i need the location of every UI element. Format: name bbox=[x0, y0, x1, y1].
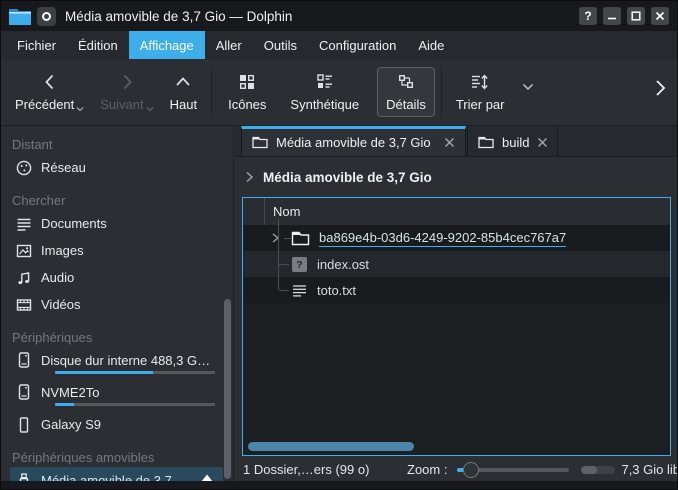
details-view-button[interactable]: Détails bbox=[377, 67, 435, 117]
sort-icon bbox=[469, 72, 491, 92]
section-distant: Distant bbox=[1, 134, 233, 154]
sidebar-scrollbar[interactable] bbox=[224, 299, 231, 479]
sidebar-item-galaxy-s9[interactable]: Galaxy S9 bbox=[1, 411, 233, 438]
disk-usage-bar bbox=[55, 403, 215, 406]
horizontal-scrollbar[interactable] bbox=[248, 442, 414, 451]
places-panel: Distant Réseau Chercher bbox=[1, 126, 234, 483]
folder-icon bbox=[478, 136, 494, 149]
forward-icon bbox=[117, 72, 137, 92]
chevron-down-icon bbox=[146, 106, 154, 112]
window-title: Média amovible de 3,7 Gio — Dolphin bbox=[65, 9, 292, 24]
help-button[interactable]: ? bbox=[579, 7, 597, 25]
menu-outils[interactable]: Outils bbox=[253, 31, 308, 59]
menu-fichier[interactable]: Fichier bbox=[6, 31, 67, 59]
unknown-file-icon: ? bbox=[291, 256, 308, 273]
tree-guide-line bbox=[278, 219, 279, 290]
text-file-icon bbox=[291, 282, 308, 299]
toolbar-separator bbox=[441, 66, 442, 118]
zoom-label: Zoom : bbox=[407, 462, 447, 477]
chevron-right-icon bbox=[245, 171, 254, 183]
zoom-slider-handle[interactable] bbox=[463, 462, 479, 478]
section-chercher: Chercher bbox=[1, 190, 233, 210]
capacity-bar bbox=[581, 466, 615, 474]
folder-blue-icon bbox=[8, 7, 32, 26]
forward-button[interactable]: Suivant bbox=[92, 68, 161, 116]
dolphin-window: Média amovible de 3,7 Gio — Dolphin ? Fi… bbox=[0, 0, 678, 490]
smartphone-icon bbox=[15, 416, 33, 434]
section-peripheriques: Périphériques bbox=[1, 327, 233, 347]
breadcrumb[interactable]: Média amovible de 3,7 Gio bbox=[235, 158, 677, 196]
compact-view-icon bbox=[315, 72, 335, 92]
tree-guide-line bbox=[279, 290, 289, 291]
app-emblem-icon bbox=[37, 7, 56, 26]
sidebar-item-videos[interactable]: Vidéos bbox=[1, 291, 233, 318]
tab-close-icon[interactable] bbox=[444, 137, 455, 148]
window-bottom-edge bbox=[1, 481, 677, 489]
section-peripheriques-amovibles: Périphériques amovibles bbox=[1, 447, 233, 467]
main-panel: Média amovible de 3,7 Gio build bbox=[235, 126, 677, 483]
file-row-unknown[interactable]: ? index.ost bbox=[243, 251, 670, 277]
toolbar-overflow-button[interactable] bbox=[653, 77, 667, 99]
menu-configuration[interactable]: Configuration bbox=[308, 31, 407, 59]
music-note-icon bbox=[15, 269, 33, 287]
items-summary: 1 Dossier,…ers (99 o) bbox=[243, 462, 401, 477]
column-header-nom[interactable]: Nom bbox=[265, 204, 300, 219]
icons-view-icon bbox=[237, 72, 257, 92]
sidebar-item-audio[interactable]: Audio bbox=[1, 264, 233, 291]
file-row-folder[interactable]: ba869e4b-03d6-4249-9202-85b4cec767a7 bbox=[243, 225, 670, 251]
tree-guide-line bbox=[279, 264, 289, 265]
tab-close-icon[interactable] bbox=[537, 137, 548, 148]
sort-by-button[interactable]: Trier par bbox=[448, 68, 513, 116]
menubar: Fichier Édition Affichage Aller Outils C… bbox=[1, 31, 677, 59]
menu-aller[interactable]: Aller bbox=[205, 31, 253, 59]
menu-affichage[interactable]: Affichage bbox=[129, 31, 205, 59]
column-header-row: Nom bbox=[243, 198, 670, 225]
svg-text:?: ? bbox=[296, 259, 302, 271]
tab-media-amovible[interactable]: Média amovible de 3,7 Gio bbox=[241, 126, 466, 156]
zoom-slider[interactable] bbox=[457, 462, 569, 478]
tree-guide-line bbox=[284, 238, 291, 239]
image-icon bbox=[15, 242, 33, 260]
sidebar-item-documents[interactable]: Documents bbox=[1, 210, 233, 237]
hard-drive-icon bbox=[15, 351, 33, 369]
sidebar-item-reseau[interactable]: Réseau bbox=[1, 154, 233, 181]
sort-menu-chevron-icon[interactable] bbox=[522, 83, 534, 91]
toolbar: Précédent Suivant Haut bbox=[1, 59, 677, 126]
menu-aide[interactable]: Aide bbox=[407, 31, 455, 59]
back-icon bbox=[40, 72, 60, 92]
sidebar-item-nvme2to[interactable]: NVME2To bbox=[1, 379, 233, 411]
network-icon bbox=[15, 159, 33, 177]
back-button[interactable]: Précédent bbox=[7, 68, 92, 116]
file-row-text[interactable]: toto.txt bbox=[243, 277, 670, 303]
breadcrumb-location[interactable]: Média amovible de 3,7 Gio bbox=[263, 170, 432, 185]
tab-bar: Média amovible de 3,7 Gio build bbox=[235, 126, 677, 157]
minimize-button[interactable] bbox=[603, 7, 621, 25]
disk-usage-bar bbox=[55, 371, 215, 374]
titlebar[interactable]: Média amovible de 3,7 Gio — Dolphin ? bbox=[1, 1, 677, 31]
chevron-down-icon bbox=[76, 106, 84, 112]
menu-edition[interactable]: Édition bbox=[67, 31, 129, 59]
up-button[interactable]: Haut bbox=[162, 68, 205, 116]
document-lines-icon bbox=[15, 215, 33, 233]
free-space-label: 7,3 Gio libre(s) bbox=[621, 462, 678, 477]
status-bar: 1 Dossier,…ers (99 o) Zoom : 7,3 Gio lib… bbox=[235, 456, 677, 483]
hard-drive-icon bbox=[15, 383, 33, 401]
toolbar-separator bbox=[211, 66, 212, 118]
maximize-button[interactable] bbox=[627, 7, 645, 25]
tab-build[interactable]: build bbox=[467, 126, 558, 156]
sidebar-item-images[interactable]: Images bbox=[1, 237, 233, 264]
compact-view-button[interactable]: Synthétique bbox=[282, 68, 367, 116]
up-icon bbox=[173, 72, 193, 92]
folder-icon bbox=[291, 231, 310, 246]
close-button[interactable] bbox=[651, 7, 669, 25]
film-icon bbox=[15, 296, 33, 314]
details-view-icon bbox=[396, 72, 416, 92]
sidebar-item-disque-dur[interactable]: Disque dur interne 488,3 G… bbox=[1, 347, 233, 379]
folder-icon bbox=[252, 136, 268, 149]
icons-view-button[interactable]: Icônes bbox=[220, 68, 274, 116]
file-view[interactable]: Nom ba869e4b-03d6-4249-9202-85b4cec767a7 bbox=[242, 197, 671, 456]
